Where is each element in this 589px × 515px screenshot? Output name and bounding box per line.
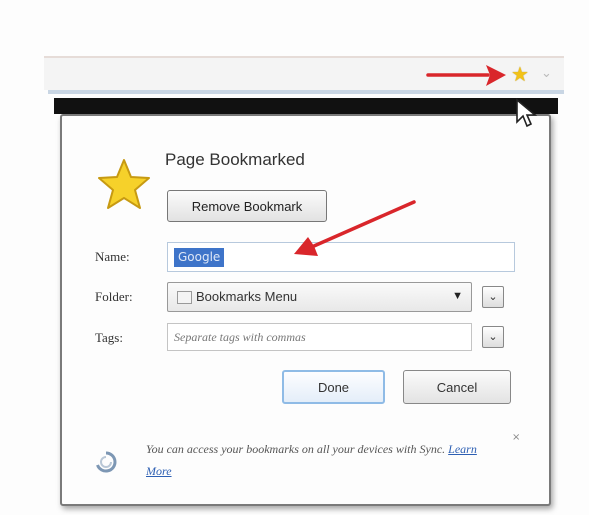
arrow-to-star-icon xyxy=(426,65,506,86)
annotation-arrows xyxy=(294,65,506,256)
arrow-to-name-field-icon xyxy=(294,200,416,256)
